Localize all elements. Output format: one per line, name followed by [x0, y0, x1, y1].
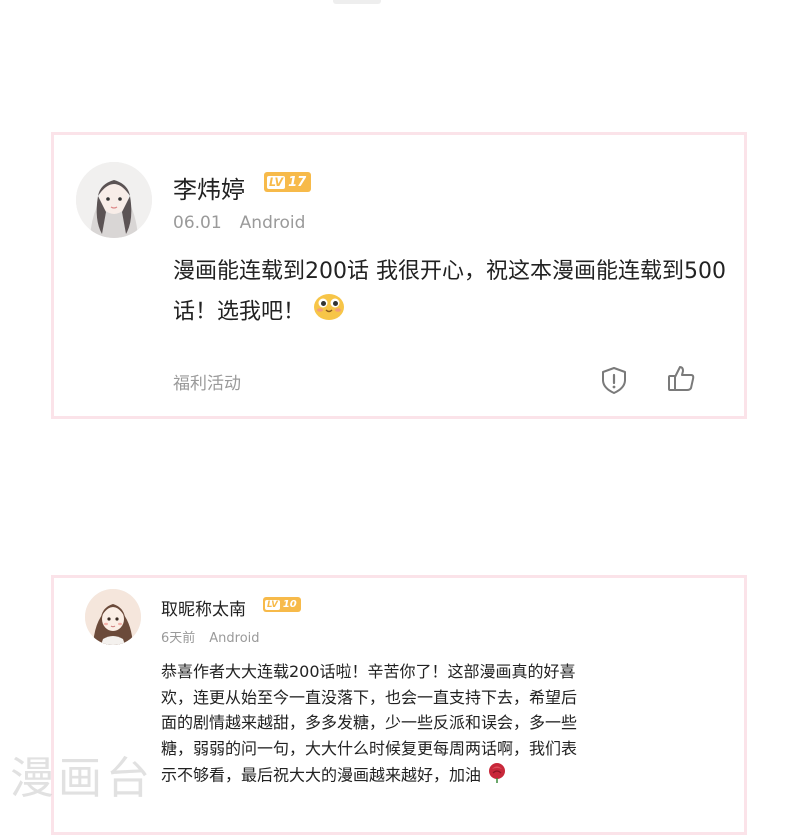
avatar[interactable] — [85, 589, 141, 645]
level-prefix: LV — [265, 599, 280, 610]
comment-content: 漫画能连载到200话 我很开心，祝这本漫画能连载到500话！选我吧！ — [173, 253, 733, 334]
level-number: 10 — [282, 599, 297, 610]
smiling-face-emoji-icon — [312, 291, 346, 334]
level-number: 17 — [288, 174, 307, 190]
thumbs-up-icon[interactable] — [666, 363, 696, 393]
top-divider — [333, 0, 381, 4]
watermark-logo: 漫画台 — [10, 753, 154, 804]
report-shield-icon[interactable] — [599, 365, 629, 395]
comment-card: 取昵称太南 LV 10 6天前 Android 恭喜作者大大连载200话啦！辛苦你… — [51, 575, 747, 835]
comment-card: 李炜婷 LV 17 06.01 Android 漫画能连载到200话 我很开心，祝… — [51, 132, 747, 419]
level-badge: LV 17 — [264, 172, 312, 192]
activity-tag[interactable]: 福利活动 — [173, 369, 241, 394]
comment-device: Android — [239, 213, 306, 233]
username[interactable]: 李炜婷 — [173, 170, 245, 205]
comment-date: 6天前 — [161, 631, 196, 646]
level-badge: LV 10 — [263, 597, 301, 612]
comment-text: 恭喜作者大大连载200话啦！辛苦你了！这部漫画真的好喜欢，连更从始至今一直没落下… — [161, 662, 578, 785]
comment-meta: 6天前 Android — [161, 627, 260, 646]
comment-text: 漫画能连载到200话 我很开心，祝这本漫画能连载到500话！选我吧！ — [173, 259, 726, 325]
comment-content: 恭喜作者大大连载200话啦！辛苦你了！这部漫画真的好喜欢，连更从始至今一直没落下… — [161, 659, 581, 791]
comment-date: 06.01 — [173, 213, 222, 233]
level-prefix: LV — [267, 175, 286, 189]
comment-device: Android — [209, 631, 260, 646]
rose-emoji-icon — [486, 761, 508, 791]
avatar[interactable] — [76, 162, 152, 238]
comment-meta: 06.01 Android — [173, 213, 305, 233]
username[interactable]: 取昵称太南 — [161, 595, 246, 620]
